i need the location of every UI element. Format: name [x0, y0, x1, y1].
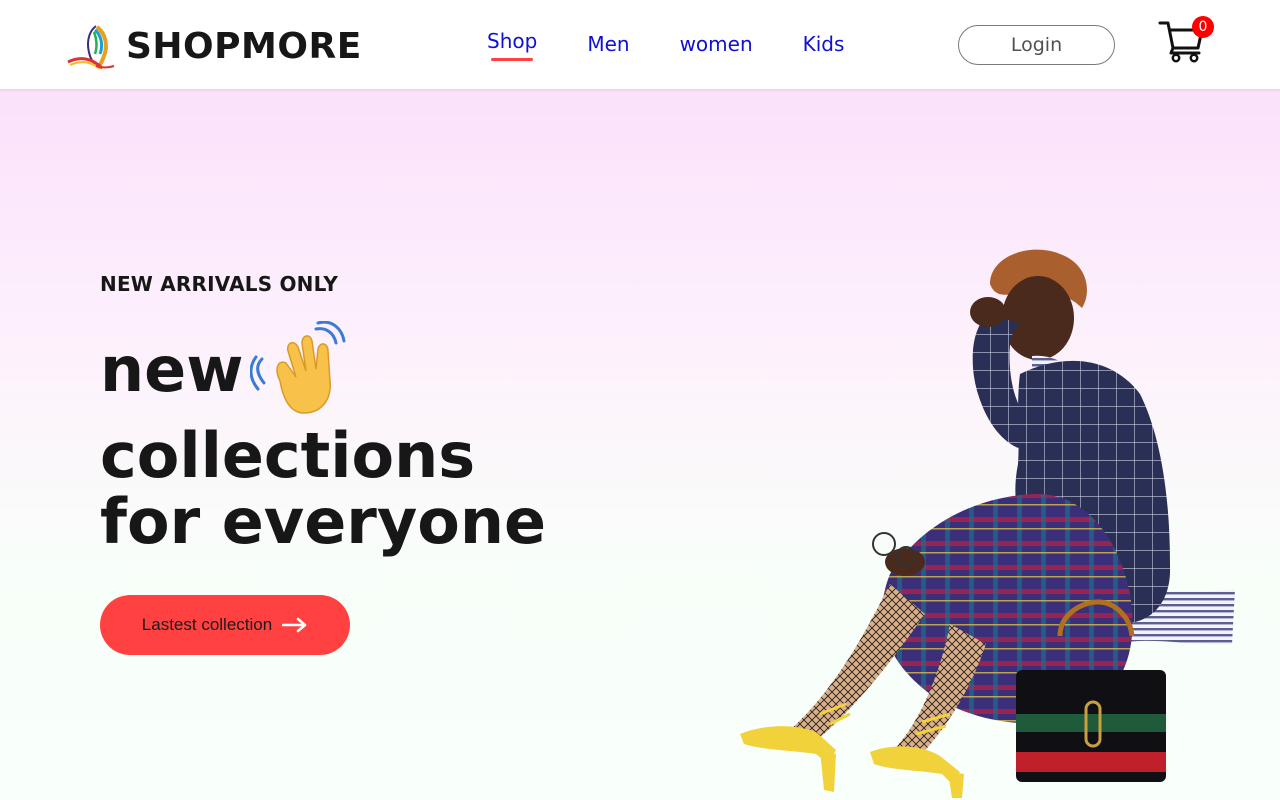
- nav-item-men[interactable]: Men: [587, 30, 629, 70]
- cta-label: Lastest collection: [141, 615, 273, 634]
- hero-section: NEW ARRIVALS ONLY new collections for ev…: [0, 89, 1280, 800]
- fashion-model-image: [740, 249, 1235, 798]
- nav-item-label: Men: [587, 32, 630, 56]
- waving-hand-icon: [250, 321, 346, 414]
- nav-item-label: women: [679, 32, 753, 56]
- latest-collection-button[interactable]: Lastest collection: [100, 595, 350, 655]
- active-underline: [491, 58, 534, 61]
- hero-title-line-1: new: [100, 333, 244, 406]
- feather-logo-icon: [67, 25, 115, 70]
- nav-item-shop[interactable]: Shop: [487, 27, 537, 67]
- navbar: SHOPMORE Shop Men women Kids Login 0: [0, 0, 1280, 89]
- hero-kicker: NEW ARRIVALS ONLY: [100, 272, 339, 296]
- nav-item-kids[interactable]: Kids: [803, 30, 845, 70]
- hero-title-line-2: collections: [100, 419, 476, 492]
- nav-item-label: Kids: [802, 32, 845, 56]
- hero-title-line-3: for everyone: [100, 485, 547, 558]
- brand[interactable]: SHOPMORE: [66, 22, 362, 70]
- nav-item-label: Shop: [487, 29, 538, 53]
- arrow-right-icon: [282, 617, 307, 633]
- main-nav: Shop Men women Kids: [487, 27, 845, 70]
- nav-item-women[interactable]: women: [680, 30, 753, 70]
- login-button[interactable]: Login: [958, 25, 1115, 65]
- cart-count-badge: 0: [1192, 16, 1214, 38]
- brand-name: SHOPMORE: [126, 25, 362, 67]
